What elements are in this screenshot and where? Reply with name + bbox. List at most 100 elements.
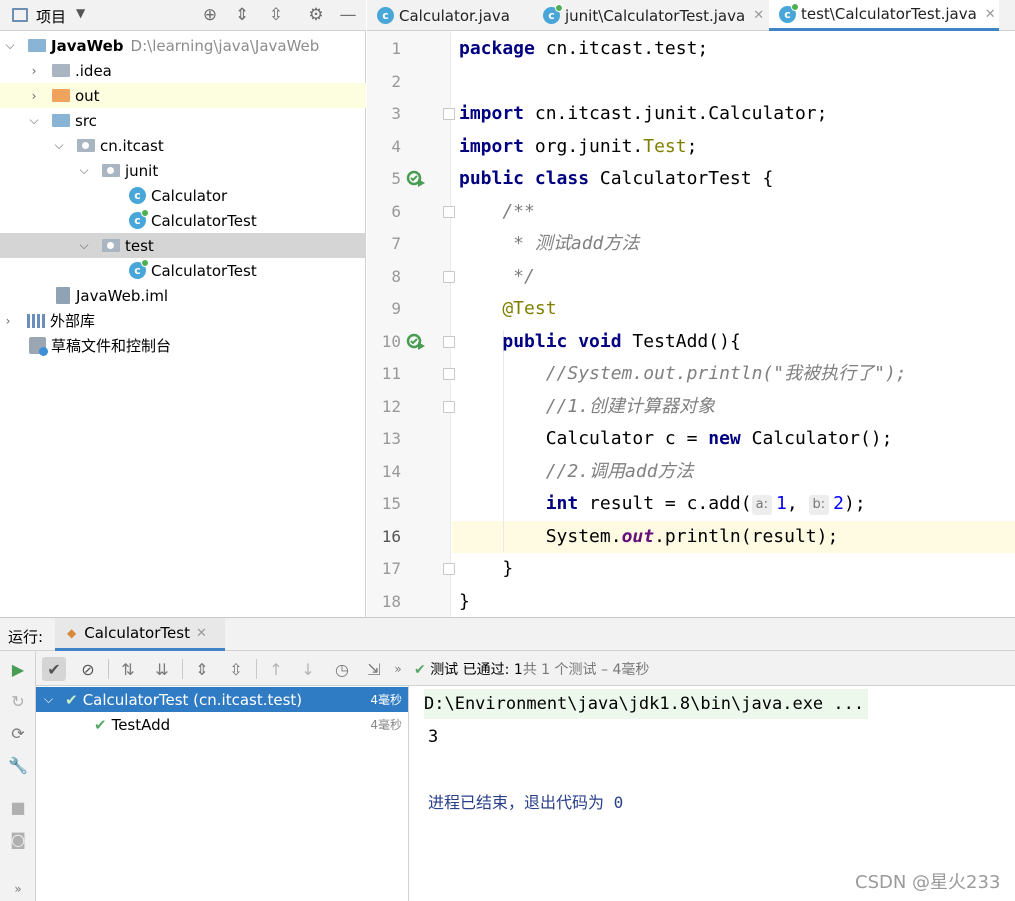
tree-item-javaweb[interactable]: ⌵ JavaWeb D:\learning\java\JavaWeb — [0, 33, 366, 58]
code-text: Calculator(); — [740, 428, 893, 449]
close-icon[interactable]: ✕ — [985, 7, 996, 22]
chevron-down-icon[interactable]: ⌵ — [76, 163, 92, 178]
tree-item-label: junit — [125, 161, 159, 180]
show-passed-icon[interactable]: ✔ — [42, 657, 66, 681]
tree-item-out[interactable]: › out — [0, 83, 366, 108]
code-line: Calculator c = new Calculator(); — [459, 423, 893, 455]
tree-item-scratches[interactable]: 草稿文件和控制台 — [0, 333, 366, 358]
annotation-ref: Test — [643, 136, 687, 157]
chevron-down-icon[interactable]: ⌵ — [44, 692, 53, 707]
sort-alpha-icon[interactable]: ⇅ — [116, 657, 140, 681]
tree-item-calculatortest-junit[interactable]: c CalculatorTest — [0, 208, 366, 233]
fold-marker[interactable] — [443, 401, 455, 413]
check-icon: ✔ — [414, 662, 426, 678]
wrench-icon[interactable]: 🔧 — [6, 753, 30, 777]
watermark: CSDN @星火233 — [855, 872, 1001, 893]
tree-item-iml[interactable]: JavaWeb.iml — [0, 283, 366, 308]
history-icon[interactable]: ◷ — [330, 657, 354, 681]
library-icon — [27, 313, 45, 328]
chevron-right-icon[interactable]: › — [0, 314, 16, 328]
project-view-title[interactable]: 项目 — [36, 6, 66, 27]
tree-item-src[interactable]: ⌵ src — [0, 108, 366, 133]
chevron-down-icon[interactable]: ▼ — [76, 6, 85, 20]
chevron-down-icon[interactable]: ⌵ — [26, 113, 42, 128]
chevron-down-icon[interactable]: ⌵ — [51, 138, 67, 153]
code-line: } — [459, 591, 470, 612]
chevron-right-icon[interactable]: › — [26, 89, 42, 103]
tree-item-calculatortest-test[interactable]: c CalculatorTest — [0, 258, 366, 283]
run-tab[interactable]: ◆ CalculatorTest ✕ — [55, 618, 225, 651]
more-icon[interactable]: » — [386, 657, 410, 681]
fold-marker[interactable] — [443, 271, 455, 283]
import-tests-icon[interactable]: ⇲ — [362, 657, 386, 681]
fold-marker[interactable] — [443, 336, 455, 348]
console-output[interactable]: D:\Environment\java\jdk1.8\bin\java.exe … — [410, 686, 1015, 901]
arrow-down-icon[interactable]: ↓ — [296, 657, 320, 681]
tab-test-calculatortest[interactable]: c test\CalculatorTest.java ✕ — [769, 0, 999, 31]
tab-calculator-java[interactable]: c Calculator.java — [367, 0, 533, 31]
project-panel: 项目 ▼ ⊕ ⇕ ⇳ ⚙ — ⌵ JavaWeb D:\learning\jav… — [0, 0, 366, 617]
code-text: result = c.add( — [578, 493, 752, 514]
stop-icon[interactable]: ■ — [6, 795, 30, 819]
locate-icon[interactable]: ⊕ — [200, 5, 220, 25]
test-case-row[interactable]: ✔ TestAdd 4毫秒 — [36, 712, 408, 737]
tab-junit-calculatortest[interactable]: c junit\CalculatorTest.java ✕ — [533, 0, 767, 31]
rerun-icon[interactable]: ▶ — [6, 657, 30, 681]
line-number: 10 — [381, 332, 401, 351]
collapse-all-icon[interactable]: ⇳ — [266, 5, 286, 25]
code-line: import org.junit.Test; — [459, 131, 697, 163]
number-literal: 1 — [775, 493, 787, 514]
code-comment: */ — [459, 266, 535, 287]
chevron-down-icon[interactable]: ⌵ — [76, 238, 92, 253]
fold-marker[interactable] — [443, 206, 455, 218]
source-folder-icon — [52, 114, 70, 127]
minimize-icon[interactable]: — — [338, 5, 358, 25]
fold-marker[interactable] — [443, 563, 455, 575]
test-suite-row[interactable]: ⌵ ✔ CalculatorTest (cn.itcast.test) 4毫秒 — [36, 687, 408, 712]
tree-item-test[interactable]: ⌵ test — [0, 233, 366, 258]
close-icon[interactable]: ✕ — [196, 626, 207, 641]
keyword: new — [708, 428, 741, 449]
tree-item-label: CalculatorTest — [151, 261, 257, 280]
gear-icon[interactable]: ⚙ — [306, 5, 326, 25]
code-line: int result = c.add(a: 1, b: 2); — [459, 488, 866, 520]
more-icon[interactable]: » — [6, 877, 30, 901]
run-side-toolbar: ▶ ↻ ⟳ 🔧 ■ ◙ » — [0, 651, 36, 901]
expand-all-icon[interactable]: ⇕ — [190, 657, 214, 681]
chevron-down-icon[interactable]: ⌵ — [2, 38, 18, 53]
fold-marker[interactable] — [443, 108, 455, 120]
tree-item-cn-itcast[interactable]: ⌵ cn.itcast — [0, 133, 366, 158]
run-tab-label: CalculatorTest — [84, 624, 190, 642]
show-ignored-icon[interactable]: ⊘ — [76, 657, 100, 681]
line-number: 17 — [381, 559, 401, 578]
tree-item-idea[interactable]: › .idea — [0, 58, 366, 83]
code-line: package cn.itcast.test; — [459, 33, 708, 65]
run-test-icon[interactable] — [406, 332, 426, 352]
sort-duration-icon[interactable]: ⇊ — [150, 657, 174, 681]
code-text: Calculator c = — [459, 428, 709, 449]
run-toolbar: ✔ ⊘ ⇅ ⇊ ⇕ ⇳ ↑ ↓ ◷ ⇲ » ✔ 测试 已通过: 1共 1 个测试… — [36, 651, 1015, 686]
tree-item-junit[interactable]: ⌵ junit — [0, 158, 366, 183]
code-line: import cn.itcast.junit.Calculator; — [459, 98, 827, 130]
toggle-auto-test-icon[interactable]: ⟳ — [6, 721, 30, 745]
package-icon — [77, 139, 95, 152]
fold-marker[interactable] — [443, 368, 455, 380]
rerun-failed-icon[interactable]: ↻ — [6, 689, 30, 713]
camera-icon[interactable]: ◙ — [6, 827, 30, 851]
expand-all-icon[interactable]: ⇕ — [232, 5, 252, 25]
collapse-all-icon[interactable]: ⇳ — [224, 657, 248, 681]
run-test-icon[interactable] — [406, 169, 426, 189]
tree-item-external-libs[interactable]: › 外部库 — [0, 308, 366, 333]
close-icon[interactable]: ✕ — [753, 8, 764, 23]
line-number: 11 — [381, 364, 401, 383]
line-number: 18 — [381, 592, 401, 611]
arrow-up-icon[interactable]: ↑ — [264, 657, 288, 681]
check-icon: ✔ — [94, 715, 107, 734]
run-panel-label: 运行: — [8, 628, 44, 646]
tree-item-calculator[interactable]: c Calculator — [0, 183, 366, 208]
parameter-hint: a: — [751, 495, 772, 515]
code-comment: //System.out.println("我被执行了"); — [459, 363, 907, 384]
chevron-right-icon[interactable]: › — [26, 64, 42, 78]
tree-item-label: cn.itcast — [100, 136, 164, 155]
